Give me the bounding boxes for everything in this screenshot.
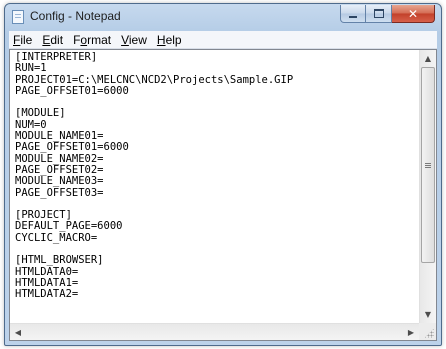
maximize-icon bbox=[373, 9, 384, 18]
menu-format[interactable]: Format bbox=[69, 33, 116, 47]
menu-edit[interactable]: Edit bbox=[38, 33, 68, 47]
text-line: RUN=1 bbox=[15, 62, 47, 75]
window-controls: ✕ bbox=[340, 5, 435, 23]
close-button[interactable]: ✕ bbox=[392, 5, 435, 23]
menu-file[interactable]: File bbox=[9, 33, 37, 47]
title-bar[interactable]: Config - Notepad ✕ bbox=[5, 4, 441, 30]
resize-grip-icon[interactable] bbox=[424, 328, 434, 338]
minimize-button[interactable] bbox=[340, 5, 366, 23]
text-line bbox=[15, 97, 419, 108]
text-line: CYCLIC_MACRO= bbox=[15, 231, 98, 244]
text-editor[interactable]: [INTERPRETER] RUN=1 PROJECT01=C:\MELCNC\NC… bbox=[10, 50, 419, 323]
scroll-left-icon[interactable]: ◀ bbox=[10, 324, 26, 341]
window-title: Config - Notepad bbox=[30, 9, 121, 23]
scroll-right-icon[interactable]: ▶ bbox=[403, 324, 419, 341]
notepad-window: Config - Notepad ✕ File Edit Format View… bbox=[4, 3, 442, 346]
text-line: [MODULE] bbox=[15, 107, 66, 120]
text-line: PAGE_OFFSET03= bbox=[15, 186, 104, 199]
text-line: MODULE_NAME03= bbox=[15, 175, 104, 188]
horizontal-scrollbar[interactable]: ◀ ▶ bbox=[10, 323, 419, 340]
grip-icon bbox=[425, 162, 431, 168]
vertical-scroll-thumb[interactable] bbox=[421, 67, 435, 263]
menu-bar: File Edit Format View Help bbox=[9, 31, 437, 49]
text-line: PAGE_OFFSET01=6000 bbox=[15, 141, 129, 154]
vertical-scrollbar[interactable]: ▲ ▼ bbox=[419, 50, 436, 323]
maximize-button[interactable] bbox=[366, 5, 392, 23]
close-icon: ✕ bbox=[407, 6, 419, 21]
minimize-icon bbox=[349, 15, 357, 18]
client-area: [INTERPRETER] RUN=1 PROJECT01=C:\MELCNC\NC… bbox=[9, 49, 437, 341]
scroll-down-icon[interactable]: ▼ bbox=[420, 306, 436, 323]
menu-help[interactable]: Help bbox=[153, 33, 187, 47]
notepad-app-icon[interactable] bbox=[12, 10, 24, 24]
scroll-up-icon[interactable]: ▲ bbox=[420, 50, 436, 67]
text-line: [HTML_BROWSER] bbox=[15, 254, 104, 267]
text-line: HTMLDATA2= bbox=[15, 288, 79, 301]
text-line: PAGE_OFFSET01=6000 bbox=[15, 84, 129, 97]
text-line: [INTERPRETER] bbox=[15, 51, 98, 63]
scrollbar-corner bbox=[419, 323, 436, 340]
text-line bbox=[15, 199, 419, 210]
menu-view[interactable]: View bbox=[117, 33, 152, 47]
